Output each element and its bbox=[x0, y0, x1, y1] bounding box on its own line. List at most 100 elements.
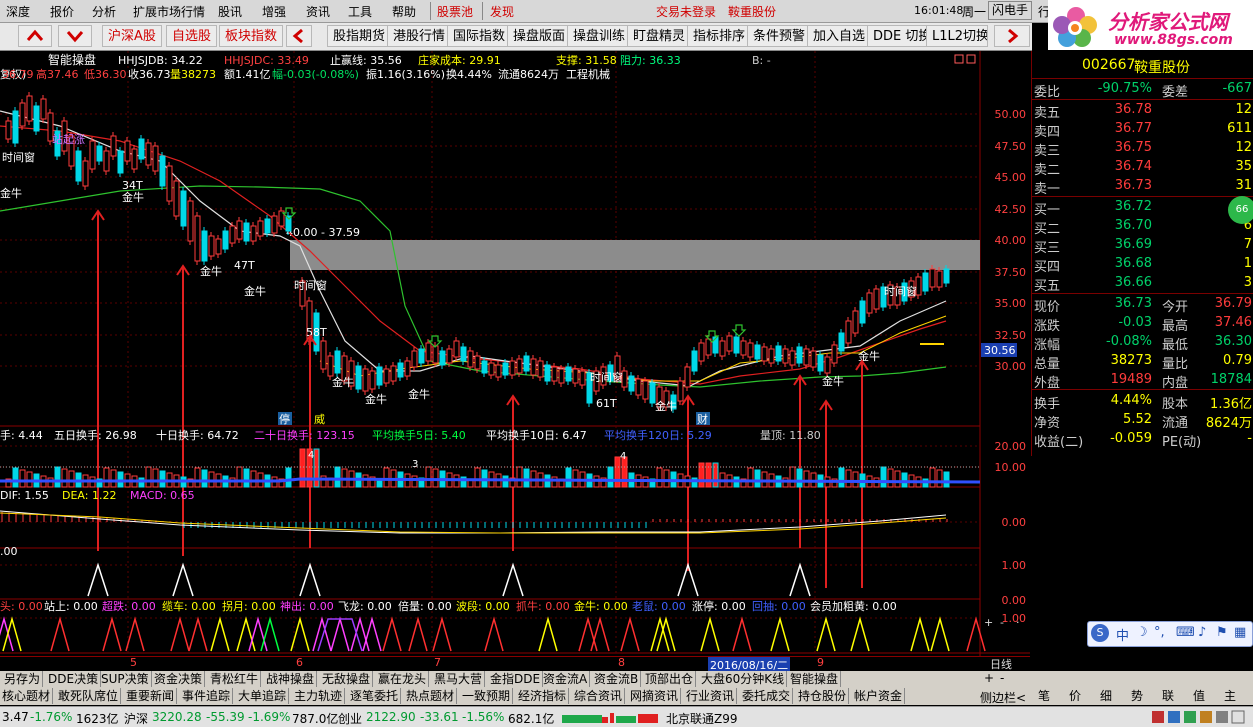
tab-item[interactable]: 行业资讯 bbox=[684, 688, 738, 704]
candle[interactable] bbox=[19, 102, 26, 127]
candle[interactable] bbox=[173, 180, 180, 217]
candle[interactable] bbox=[467, 350, 474, 368]
candle[interactable] bbox=[761, 346, 768, 362]
menu-item-depth[interactable]: 深度 bbox=[6, 3, 30, 20]
candle[interactable] bbox=[208, 235, 215, 257]
candle[interactable] bbox=[376, 366, 383, 386]
ask-level[interactable]: 卖四 36.77 611 bbox=[1032, 120, 1253, 140]
candle[interactable] bbox=[502, 362, 509, 376]
candle[interactable] bbox=[397, 362, 404, 378]
zoom-reset-button[interactable]: · bbox=[1016, 616, 1020, 629]
tab-item[interactable]: 青松红牛 bbox=[208, 671, 262, 687]
login-status[interactable]: 交易未登录 bbox=[656, 3, 716, 20]
candle[interactable] bbox=[635, 378, 642, 396]
toolbar-btn-watchlist[interactable]: 自选股 bbox=[166, 25, 218, 47]
candle[interactable] bbox=[110, 135, 117, 157]
candle[interactable] bbox=[803, 348, 810, 366]
candle[interactable] bbox=[103, 150, 110, 172]
candle[interactable] bbox=[509, 360, 516, 376]
tab-item[interactable]: 金指DDE bbox=[488, 671, 544, 687]
candle[interactable] bbox=[488, 362, 495, 376]
cai-tag[interactable]: 财 bbox=[697, 412, 708, 426]
toolbar-scroll-right[interactable] bbox=[994, 25, 1030, 47]
candle[interactable] bbox=[180, 190, 187, 227]
candle[interactable] bbox=[5, 120, 12, 140]
candle[interactable] bbox=[474, 355, 481, 370]
candle[interactable] bbox=[873, 288, 880, 310]
tray-icons[interactable] bbox=[1150, 709, 1250, 725]
candle[interactable] bbox=[551, 366, 558, 382]
candle[interactable] bbox=[33, 105, 40, 132]
candle[interactable] bbox=[117, 150, 124, 174]
candle[interactable] bbox=[425, 342, 432, 362]
side-tab[interactable]: 势 bbox=[1129, 688, 1145, 704]
candle[interactable] bbox=[432, 345, 439, 364]
candle[interactable] bbox=[866, 292, 873, 314]
candle[interactable] bbox=[852, 310, 859, 334]
bid-level[interactable]: 买四 36.68 1 bbox=[1032, 255, 1253, 275]
candle[interactable] bbox=[138, 138, 145, 160]
moon-icon[interactable]: ☽ bbox=[1136, 625, 1148, 640]
tab-item[interactable]: 顶部出仓 bbox=[643, 671, 697, 687]
candle[interactable] bbox=[691, 350, 698, 372]
candle[interactable] bbox=[460, 346, 467, 362]
tab-item[interactable]: 战神操盘 bbox=[264, 671, 318, 687]
candle[interactable] bbox=[334, 350, 341, 374]
mic-icon[interactable]: ♪ bbox=[1198, 625, 1206, 640]
bid-level[interactable]: 买二 36.70 6 bbox=[1032, 217, 1253, 237]
menu-item-enhance[interactable]: 增强 bbox=[262, 3, 286, 20]
candle[interactable] bbox=[810, 350, 817, 368]
zoom-out-button[interactable]: - bbox=[1000, 616, 1004, 629]
candle[interactable] bbox=[327, 355, 334, 377]
tab-item[interactable]: 敢死队席位 bbox=[56, 688, 122, 704]
ime-toolbar[interactable]: S 中 ☽ °, ⌨ ♪ ⚑ ▦ bbox=[1087, 621, 1253, 647]
tab-item[interactable]: 大单追踪 bbox=[236, 688, 290, 704]
grid-icon[interactable]: ▦ bbox=[1234, 625, 1246, 640]
candle[interactable] bbox=[271, 215, 278, 234]
candle[interactable] bbox=[82, 160, 89, 187]
candle[interactable] bbox=[922, 272, 929, 292]
candle[interactable] bbox=[222, 230, 229, 250]
candle[interactable] bbox=[124, 140, 131, 162]
candle[interactable] bbox=[677, 380, 684, 402]
tab-item[interactable]: 逐笔委托 bbox=[348, 688, 402, 704]
candle[interactable] bbox=[355, 365, 362, 390]
candle[interactable] bbox=[453, 340, 460, 358]
pane-controls[interactable] bbox=[954, 54, 976, 64]
down-arrow-button[interactable] bbox=[58, 25, 92, 47]
toolbar-btn-training[interactable]: 操盘训练 bbox=[567, 25, 632, 47]
tab-item[interactable]: 委托成交 bbox=[740, 688, 794, 704]
tab-item[interactable]: 资金流A bbox=[541, 671, 591, 687]
menu-item-analysis[interactable]: 分析 bbox=[92, 3, 116, 20]
candle[interactable] bbox=[628, 375, 635, 392]
tab-item[interactable]: 大盘60分钟K线 bbox=[699, 671, 788, 687]
candle[interactable] bbox=[698, 342, 705, 362]
menu-item-stock-news[interactable]: 股讯 bbox=[218, 3, 242, 20]
candle[interactable] bbox=[565, 366, 572, 382]
toolbar-btn-a-shares[interactable]: 沪深A股 bbox=[102, 25, 162, 47]
flash-trade-button[interactable]: 闪电手 bbox=[988, 1, 1033, 20]
up-arrow-button[interactable] bbox=[18, 25, 52, 47]
bid-level[interactable]: 买一36.721 bbox=[1032, 198, 1253, 218]
candle[interactable] bbox=[152, 145, 159, 172]
candle[interactable] bbox=[229, 225, 236, 244]
candle[interactable] bbox=[12, 110, 19, 144]
tab-item[interactable]: 热点题材 bbox=[404, 688, 458, 704]
candle[interactable] bbox=[782, 348, 789, 364]
tab-item[interactable]: 资金决策 bbox=[152, 671, 206, 687]
candle[interactable] bbox=[768, 348, 775, 364]
candle[interactable] bbox=[166, 165, 173, 202]
ask-level[interactable]: 卖五 36.78 12 bbox=[1032, 101, 1253, 121]
tab-item[interactable]: 事件追踪 bbox=[180, 688, 234, 704]
candle[interactable] bbox=[936, 270, 943, 288]
candle[interactable] bbox=[439, 350, 446, 366]
candle[interactable] bbox=[544, 364, 551, 382]
toolbar-btn-hk[interactable]: 港股行情 bbox=[387, 25, 452, 47]
menu-item-stock-pool[interactable]: 股票池 bbox=[437, 3, 473, 20]
tab-item[interactable]: 帐户资金 bbox=[852, 688, 906, 704]
tab-item[interactable]: 一致预期 bbox=[460, 688, 514, 704]
candle[interactable] bbox=[775, 345, 782, 362]
candle[interactable] bbox=[572, 368, 579, 384]
candle[interactable] bbox=[194, 215, 201, 262]
candle[interactable] bbox=[726, 335, 733, 352]
